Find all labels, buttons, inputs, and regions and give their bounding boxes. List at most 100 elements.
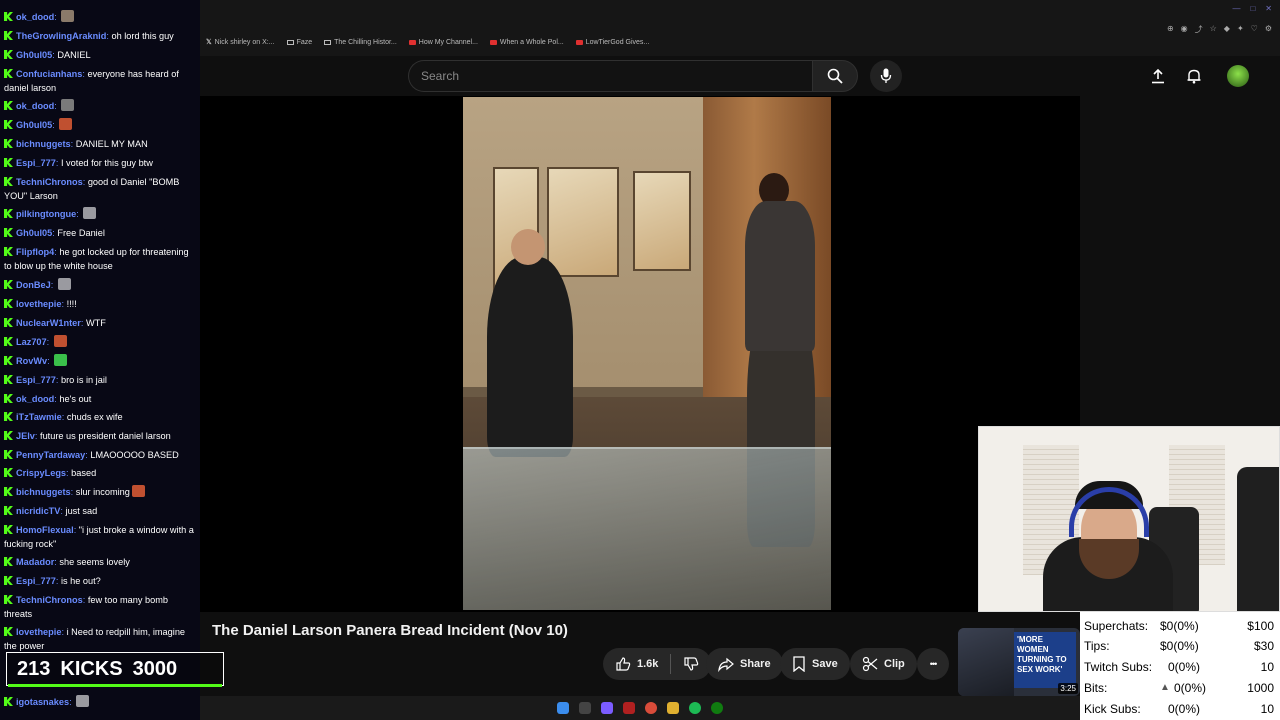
- chat-username[interactable]: bichnuggets: [16, 487, 71, 497]
- chat-message: Madador: she seems lovely: [4, 555, 196, 569]
- bookmark-item[interactable]: How My Channel...: [408, 38, 478, 46]
- related-video-thumbnail[interactable]: 'MORE WOMEN TURNING TO SEX WORK' 3:25: [958, 628, 1080, 696]
- extension-icon[interactable]: ◉: [1181, 24, 1188, 35]
- xbox-icon[interactable]: [711, 702, 723, 714]
- share-page-icon[interactable]: ⤴: [1195, 24, 1203, 35]
- like-button[interactable]: 1.6k: [603, 648, 712, 680]
- chat-message: Espi_777: I voted for this guy btw: [4, 156, 196, 170]
- voice-search-button[interactable]: [870, 60, 902, 92]
- stat-row-superchats: Superchats: $0(0%) $100: [1084, 619, 1274, 633]
- kick-badge-icon: [4, 337, 13, 346]
- discord-icon[interactable]: [601, 702, 613, 714]
- bookmark-icon: [793, 656, 805, 672]
- chat-message: lovethepie: !!!!: [4, 297, 196, 311]
- stat-row-twitch-subs: Twitch Subs: 0(0%) 10: [1084, 660, 1274, 674]
- chat-username[interactable]: Espi_777: [16, 158, 56, 168]
- chat-username[interactable]: Gh0ul05: [16, 50, 52, 60]
- chat-username[interactable]: CrispyLegs: [16, 468, 66, 478]
- video-frame[interactable]: [463, 97, 831, 610]
- minimize-icon[interactable]: —: [1232, 4, 1240, 13]
- chat-username[interactable]: pilkingtongue: [16, 209, 76, 219]
- account-avatar[interactable]: [1227, 65, 1249, 87]
- obs-icon[interactable]: [623, 702, 635, 714]
- related-headline: 'MORE WOMEN TURNING TO SEX WORK': [1014, 632, 1076, 688]
- bookmark-item[interactable]: 𝕏 Nick shirley on X:...: [206, 38, 275, 47]
- chat-username[interactable]: NuclearW1nter: [16, 318, 81, 328]
- chat-username[interactable]: bichnuggets: [16, 139, 71, 149]
- close-icon[interactable]: ✕: [1265, 4, 1272, 13]
- share-button[interactable]: Share: [706, 648, 783, 680]
- chat-message: ok_dood: he's out: [4, 392, 196, 406]
- kick-badge-icon: [4, 576, 13, 585]
- chat-message: NuclearW1nter: WTF: [4, 316, 196, 330]
- clip-button[interactable]: Clip: [850, 648, 917, 680]
- chat-username[interactable]: Confucianhans: [16, 69, 82, 79]
- chat-username[interactable]: TheGrowlingAraknid: [16, 31, 106, 41]
- upload-button[interactable]: [1146, 64, 1170, 88]
- chat-username[interactable]: RovWv: [16, 356, 47, 366]
- chat-username[interactable]: ok_dood: [16, 12, 54, 22]
- chrome-icon[interactable]: [645, 702, 657, 714]
- chat-username[interactable]: Espi_777: [16, 576, 56, 586]
- chat-message: DonBeJ:: [4, 278, 196, 292]
- kick-badge-icon: [4, 318, 13, 327]
- kick-badge-icon: [4, 487, 13, 496]
- chat-message: lovethepie: i Need to redpill him, imagi…: [4, 627, 186, 651]
- chat-username[interactable]: nicridicTV: [16, 506, 60, 516]
- chat-emote-icon: [61, 10, 75, 22]
- search-icon: [827, 68, 843, 84]
- chat-username[interactable]: Espi_777: [16, 375, 56, 385]
- chat-username[interactable]: lovethepie: [16, 627, 61, 637]
- chat-username[interactable]: JElv: [16, 431, 35, 441]
- chat-username[interactable]: lovethepie: [16, 299, 61, 309]
- search-input[interactable]: Search: [408, 60, 812, 92]
- notifications-button[interactable]: [1182, 64, 1206, 88]
- maximize-icon[interactable]: □: [1250, 4, 1255, 13]
- zoom-icon[interactable]: ⊕: [1167, 24, 1174, 35]
- chat-message: igotasnakes:: [4, 695, 196, 709]
- chat-username[interactable]: ok_dood: [16, 394, 54, 404]
- bookmark-item[interactable]: The Chilling Histor...: [324, 38, 397, 46]
- chat-username[interactable]: TechniChronos: [16, 177, 83, 187]
- folder-icon[interactable]: [667, 702, 679, 714]
- chat-text: oh lord this guy: [111, 31, 174, 41]
- chat-message: Gh0ul05:: [4, 118, 196, 132]
- bookmark-item[interactable]: Faze: [286, 38, 312, 46]
- chat-username[interactable]: Laz707: [16, 337, 47, 347]
- chat-username[interactable]: HomoFlexual: [16, 525, 74, 535]
- kick-badge-icon: [4, 468, 13, 477]
- chat-username[interactable]: ok_dood: [16, 101, 54, 111]
- stat-row-tips: Tips: $0(0%) $30: [1084, 639, 1274, 653]
- bookmark-item[interactable]: When a Whole Pol...: [489, 38, 564, 46]
- bookmark-star-icon[interactable]: ☆: [1210, 24, 1217, 35]
- kick-badge-icon: [4, 101, 13, 110]
- favorites-icon[interactable]: ♡: [1251, 24, 1258, 35]
- chat-username[interactable]: TechniChronos: [16, 595, 83, 605]
- browser-toolbar: [200, 0, 1280, 56]
- search-icon[interactable]: [579, 702, 591, 714]
- chat-username[interactable]: Madador: [16, 557, 54, 567]
- bookmark-item[interactable]: LowTierGod Gives...: [575, 38, 649, 46]
- chat-username[interactable]: Flipflop4: [16, 247, 54, 257]
- chat-username[interactable]: Gh0ul05: [16, 120, 52, 130]
- chat-username[interactable]: iTzTawmie: [16, 412, 62, 422]
- chat-text: she seems lovely: [59, 557, 130, 567]
- chat-username[interactable]: igotasnakes: [16, 697, 69, 707]
- shield-icon[interactable]: ◆: [1224, 24, 1230, 35]
- kick-badge-icon: [4, 595, 13, 604]
- folder-icon: [286, 39, 294, 45]
- more-actions-button[interactable]: •••: [917, 648, 949, 680]
- spotify-icon[interactable]: [689, 702, 701, 714]
- puzzle-icon[interactable]: ✦: [1237, 24, 1244, 35]
- kick-badge-icon: [4, 431, 13, 440]
- kick-badge-icon: [4, 69, 13, 78]
- chat-username[interactable]: PennyTardaway: [16, 450, 85, 460]
- windows-start-icon[interactable]: [557, 702, 569, 714]
- settings-icon[interactable]: ⚙: [1265, 24, 1272, 35]
- chat-username[interactable]: Gh0ul05: [16, 228, 52, 238]
- chat-text: future us president daniel larson: [40, 431, 171, 441]
- kick-badge-icon: [4, 50, 13, 59]
- search-button[interactable]: [812, 60, 858, 92]
- chat-username[interactable]: DonBeJ: [16, 280, 51, 290]
- save-button[interactable]: Save: [780, 648, 850, 680]
